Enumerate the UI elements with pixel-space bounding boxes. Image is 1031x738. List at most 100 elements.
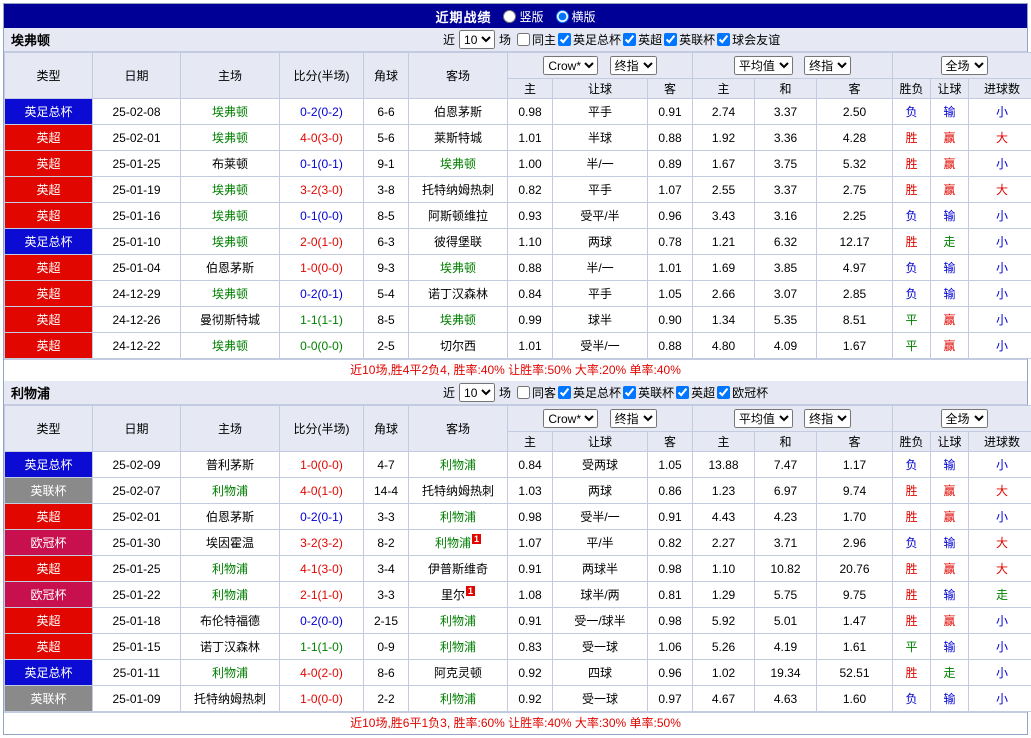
score[interactable]: 1-0(0-0) bbox=[280, 686, 364, 712]
home-team[interactable]: 利物浦 bbox=[181, 582, 280, 608]
away-team[interactable]: 埃弗顿 bbox=[409, 307, 508, 333]
home-team[interactable]: 埃弗顿 bbox=[181, 333, 280, 359]
away-team[interactable]: 利物浦1 bbox=[409, 530, 508, 556]
home-team[interactable]: 布莱顿 bbox=[181, 151, 280, 177]
competition-filter[interactable]: 英超 bbox=[676, 384, 715, 401]
match-count-select[interactable]: 10 bbox=[459, 383, 495, 402]
away-team[interactable]: 伊普斯维奇 bbox=[409, 556, 508, 582]
away-team[interactable]: 埃弗顿 bbox=[409, 255, 508, 281]
away-team[interactable]: 利物浦 bbox=[409, 634, 508, 660]
score[interactable]: 0-0(0-0) bbox=[280, 333, 364, 359]
score[interactable]: 4-1(3-0) bbox=[280, 556, 364, 582]
away-team[interactable]: 伯恩茅斯 bbox=[409, 99, 508, 125]
away-team[interactable]: 彼得堡联 bbox=[409, 229, 508, 255]
ah-time-select[interactable]: 终指 bbox=[610, 56, 657, 75]
competition-filter[interactable]: 球会友谊 bbox=[717, 31, 780, 48]
home-team[interactable]: 曼彻斯特城 bbox=[181, 307, 280, 333]
competition-checkbox[interactable] bbox=[623, 386, 636, 399]
score[interactable]: 4-0(1-0) bbox=[280, 478, 364, 504]
match-date: 25-01-30 bbox=[93, 530, 181, 556]
away-team[interactable]: 埃弗顿 bbox=[409, 151, 508, 177]
home-team[interactable]: 诺丁汉森林 bbox=[181, 634, 280, 660]
home-team[interactable]: 埃弗顿 bbox=[181, 99, 280, 125]
score[interactable]: 0-1(0-1) bbox=[280, 151, 364, 177]
competition-filter[interactable]: 英联杯 bbox=[623, 384, 674, 401]
score[interactable]: 1-0(0-0) bbox=[280, 452, 364, 478]
home-team[interactable]: 利物浦 bbox=[181, 660, 280, 686]
score[interactable]: 0-2(0-0) bbox=[280, 608, 364, 634]
score[interactable]: 0-2(0-2) bbox=[280, 99, 364, 125]
score[interactable]: 0-1(0-0) bbox=[280, 203, 364, 229]
score[interactable]: 0-2(0-1) bbox=[280, 504, 364, 530]
competition-filter[interactable]: 英联杯 bbox=[664, 31, 715, 48]
score[interactable]: 1-1(1-0) bbox=[280, 634, 364, 660]
layout-radio-vertical[interactable] bbox=[503, 10, 516, 23]
match-count-select[interactable]: 10 bbox=[459, 30, 495, 49]
away-team[interactable]: 阿克灵顿 bbox=[409, 660, 508, 686]
home-team[interactable]: 埃弗顿 bbox=[181, 229, 280, 255]
average-select[interactable]: 平均值 bbox=[734, 56, 793, 75]
scope-select[interactable]: 全场 bbox=[941, 56, 988, 75]
competition-filter[interactable]: 英超 bbox=[623, 31, 662, 48]
away-team[interactable]: 托特纳姆热刺 bbox=[409, 177, 508, 203]
bookmaker-select[interactable]: Crow* bbox=[543, 409, 598, 428]
match-date: 25-01-04 bbox=[93, 255, 181, 281]
competition-checkbox[interactable] bbox=[717, 33, 730, 46]
home-team[interactable]: 埃弗顿 bbox=[181, 281, 280, 307]
home-team[interactable]: 利物浦 bbox=[181, 478, 280, 504]
score[interactable]: 2-0(1-0) bbox=[280, 229, 364, 255]
same-venue-checkbox[interactable] bbox=[517, 33, 530, 46]
result-handicap: 输 bbox=[931, 255, 969, 281]
bookmaker-select[interactable]: Crow* bbox=[543, 56, 598, 75]
home-team[interactable]: 埃弗顿 bbox=[181, 125, 280, 151]
score[interactable]: 3-2(3-2) bbox=[280, 530, 364, 556]
euro-time-select[interactable]: 终指 bbox=[804, 409, 851, 428]
home-team[interactable]: 埃弗顿 bbox=[181, 203, 280, 229]
same-venue-filter[interactable]: 同主 bbox=[517, 31, 556, 48]
competition-filter[interactable]: 英足总杯 bbox=[558, 31, 621, 48]
average-select[interactable]: 平均值 bbox=[734, 409, 793, 428]
home-team[interactable]: 伯恩茅斯 bbox=[181, 255, 280, 281]
away-team[interactable]: 利物浦 bbox=[409, 504, 508, 530]
euro-time-select[interactable]: 终指 bbox=[804, 56, 851, 75]
away-team[interactable]: 利物浦 bbox=[409, 608, 508, 634]
score[interactable]: 2-1(1-0) bbox=[280, 582, 364, 608]
away-team[interactable]: 诺丁汉森林 bbox=[409, 281, 508, 307]
away-team[interactable]: 里尔1 bbox=[409, 582, 508, 608]
competition-filters: 英足总杯英超英联杯球会友谊 bbox=[556, 31, 780, 48]
competition-checkbox[interactable] bbox=[623, 33, 636, 46]
competition-checkbox[interactable] bbox=[558, 386, 571, 399]
score[interactable]: 3-2(3-0) bbox=[280, 177, 364, 203]
home-team[interactable]: 伯恩茅斯 bbox=[181, 504, 280, 530]
layout-option-vertical[interactable]: 竖版 bbox=[503, 8, 543, 25]
scope-select[interactable]: 全场 bbox=[941, 409, 988, 428]
home-team[interactable]: 布伦特福德 bbox=[181, 608, 280, 634]
score[interactable]: 4-0(3-0) bbox=[280, 125, 364, 151]
home-team[interactable]: 利物浦 bbox=[181, 556, 280, 582]
home-team[interactable]: 托特纳姆热刺 bbox=[181, 686, 280, 712]
competition-checkbox[interactable] bbox=[676, 386, 689, 399]
home-team[interactable]: 埃弗顿 bbox=[181, 177, 280, 203]
away-team[interactable]: 托特纳姆热刺 bbox=[409, 478, 508, 504]
away-team[interactable]: 莱斯特城 bbox=[409, 125, 508, 151]
ah-time-select[interactable]: 终指 bbox=[610, 409, 657, 428]
competition-filter[interactable]: 英足总杯 bbox=[558, 384, 621, 401]
away-team[interactable]: 阿斯顿维拉 bbox=[409, 203, 508, 229]
competition-checkbox[interactable] bbox=[717, 386, 730, 399]
away-team[interactable]: 利物浦 bbox=[409, 452, 508, 478]
score[interactable]: 4-0(2-0) bbox=[280, 660, 364, 686]
same-venue-filter[interactable]: 同客 bbox=[517, 384, 556, 401]
layout-option-horizontal[interactable]: 横版 bbox=[556, 8, 596, 25]
score[interactable]: 1-0(0-0) bbox=[280, 255, 364, 281]
competition-checkbox[interactable] bbox=[558, 33, 571, 46]
same-venue-checkbox[interactable] bbox=[517, 386, 530, 399]
layout-radio-horizontal[interactable] bbox=[556, 10, 569, 23]
away-team[interactable]: 利物浦 bbox=[409, 686, 508, 712]
home-team[interactable]: 埃因霍温 bbox=[181, 530, 280, 556]
competition-checkbox[interactable] bbox=[664, 33, 677, 46]
score[interactable]: 0-2(0-1) bbox=[280, 281, 364, 307]
competition-filter[interactable]: 欧冠杯 bbox=[717, 384, 768, 401]
home-team[interactable]: 普利茅斯 bbox=[181, 452, 280, 478]
away-team[interactable]: 切尔西 bbox=[409, 333, 508, 359]
score[interactable]: 1-1(1-1) bbox=[280, 307, 364, 333]
